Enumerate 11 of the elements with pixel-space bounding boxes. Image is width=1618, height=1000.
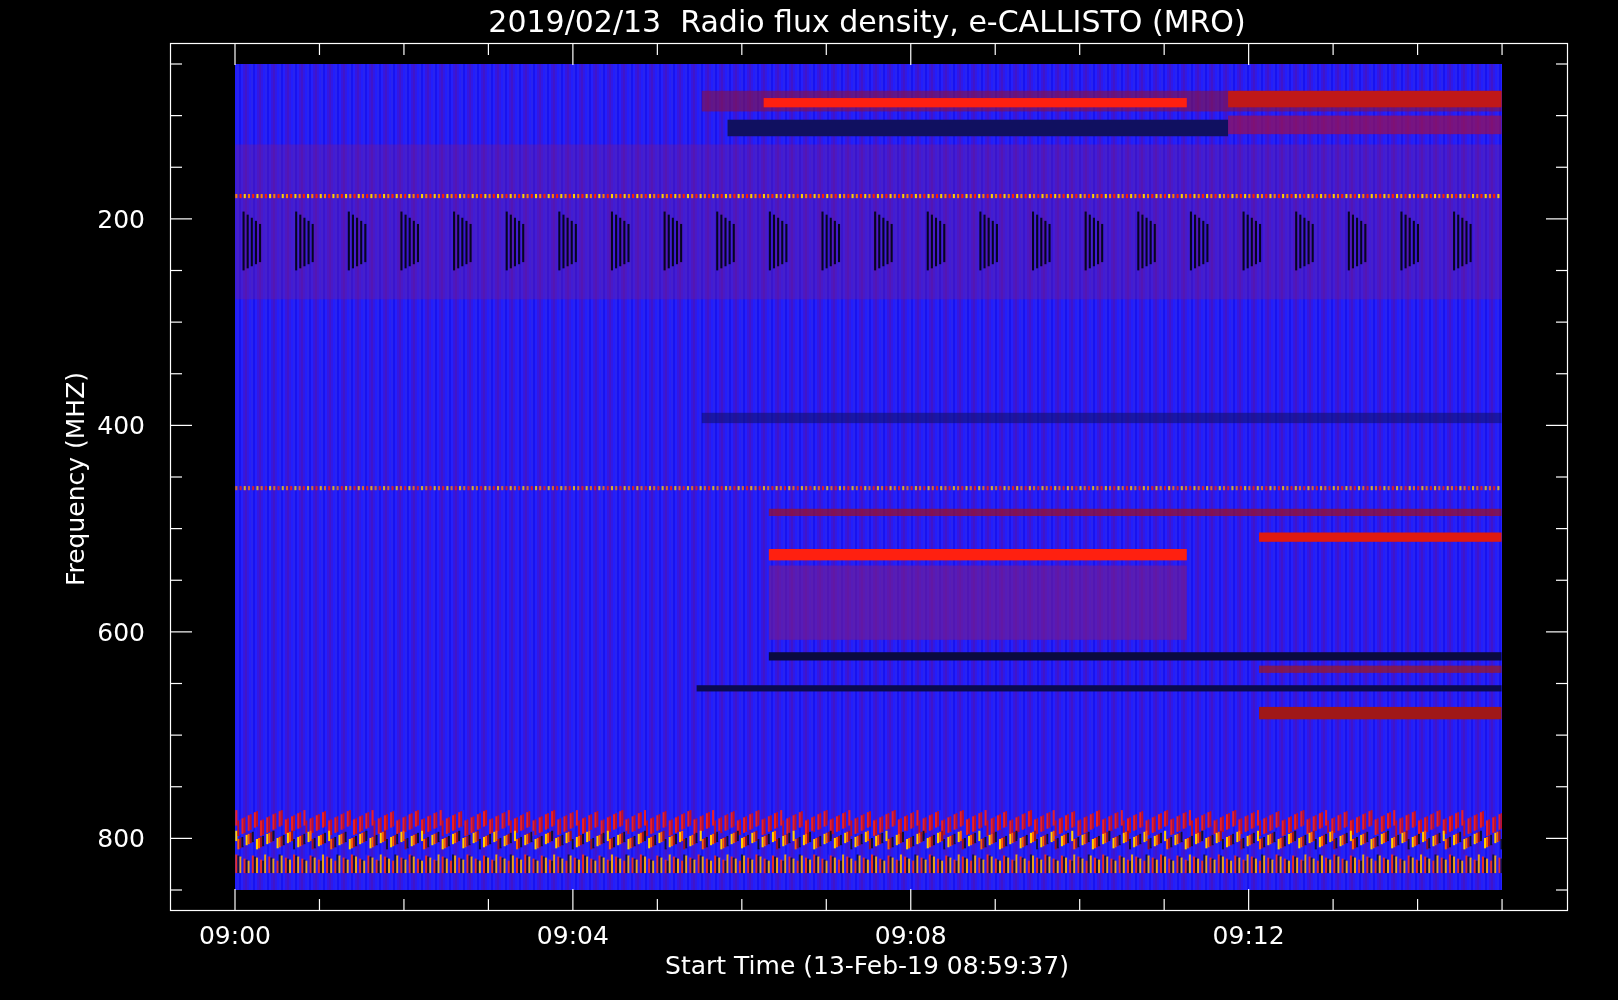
x-tick-label: 09:12 (1212, 921, 1285, 950)
x-tick-label: 09:00 (199, 921, 271, 950)
x-tick-label: 09:08 (874, 921, 947, 950)
y-tick-label: 600 (97, 617, 145, 647)
y-tick-label: 800 (97, 824, 145, 854)
y-axis-label: Frequency (MHZ) (61, 371, 90, 587)
x-axis-label: Start Time (13-Feb-19 08:59:37) (665, 951, 1069, 980)
y-tick-label: 200 (97, 204, 145, 234)
y-tick-label: 400 (97, 411, 145, 441)
chart-title: 2019/02/13 Radio flux density, e-CALLISTO (MRO) (488, 4, 1246, 39)
x-tick-label: 09:04 (536, 921, 609, 950)
